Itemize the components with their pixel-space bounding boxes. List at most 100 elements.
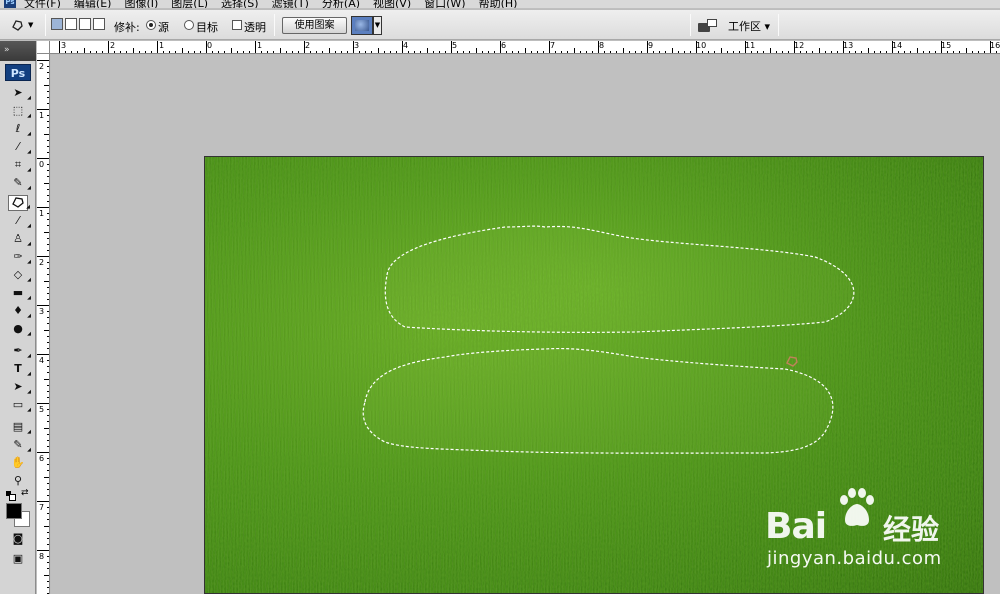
ruler-label: 10	[696, 41, 707, 50]
path-selection-icon[interactable]: ➤ ◢	[8, 379, 31, 395]
magic-wand-icon[interactable]: ⁄ ◢	[8, 139, 31, 155]
new-selection-button[interactable]	[51, 18, 63, 30]
ruler-label: 7	[550, 41, 556, 50]
ruler-label: 2	[39, 62, 45, 71]
transparent-label: 透明	[244, 21, 266, 34]
ruler-label: 11	[745, 41, 756, 50]
use-pattern-button[interactable]: 使用图案	[282, 17, 347, 34]
history-brush-icon[interactable]: ✑ ◢	[8, 249, 31, 265]
ruler-label: 2	[39, 258, 45, 267]
ruler-corner[interactable]	[37, 41, 50, 54]
ruler-label: 0	[39, 160, 45, 169]
foreground-color-swatch[interactable]	[6, 503, 22, 519]
ruler-label: 0	[207, 41, 213, 50]
ruler-label: 3	[61, 41, 67, 50]
tool-preset-picker[interactable]: ▼	[10, 16, 40, 34]
ruler-label: 4	[403, 41, 409, 50]
eyedropper-2-icon[interactable]: ✎ ◢	[8, 437, 31, 453]
menu-select[interactable]: 选择(S)	[221, 0, 259, 8]
pen-icon[interactable]: ✒ ◢	[8, 343, 31, 359]
ruler-label: 1	[257, 41, 263, 50]
ruler-label: 1	[39, 111, 45, 120]
workspace-label: 工作区 ▾	[728, 20, 771, 33]
destination-radio[interactable]	[184, 20, 194, 30]
notes-icon[interactable]: ▤ ◢	[8, 419, 31, 435]
hand-icon[interactable]: ✋	[8, 455, 28, 471]
zoom-icon[interactable]: ⚲	[8, 473, 28, 489]
ruler-label: 3	[39, 307, 45, 316]
ruler-label: 6	[501, 41, 507, 50]
menu-items: 文件(F) 编辑(E) 图像(I) 图层(L) 选择(S) 滤镜(T) 分析(A…	[24, 0, 518, 8]
paw-logo-icon	[840, 488, 874, 526]
menu-window[interactable]: 窗口(W)	[424, 0, 465, 8]
ruler-label: 4	[39, 356, 45, 365]
menu-help[interactable]: 帮助(H)	[479, 0, 518, 8]
marquee-icon[interactable]: ⬚ ◢	[8, 103, 31, 119]
screen-mode-icon[interactable]: ▣	[8, 551, 28, 567]
transparent-checkbox[interactable]	[232, 20, 242, 30]
source-label: 源	[158, 21, 169, 34]
baidu-watermark: Bai 经验 jingyan.baidu.com	[765, 486, 955, 576]
ruler-label: 2	[110, 41, 116, 50]
patch-preset-icon	[12, 20, 23, 31]
ruler-label: 6	[39, 454, 45, 463]
pattern-picker[interactable]	[351, 16, 373, 35]
chevron-down-icon: ▼	[28, 21, 34, 29]
source-radio[interactable]	[146, 20, 156, 30]
toolbox: » Ps ➤ ◢ ⬚ ◢ ℓ ◢ ⁄ ◢ ⌗ ◢ ✎ ◢ ◢ ⁄ ◢ ♙ ◢ ✑ ◢ ◇ ◢ ▬ ◢ …	[0, 41, 36, 594]
toolbox-grip[interactable]: »	[0, 41, 36, 61]
separator	[778, 14, 779, 36]
crop-icon[interactable]: ⌗ ◢	[8, 157, 31, 173]
app-icon: Ps	[4, 0, 16, 8]
ruler-label: 14	[892, 41, 903, 50]
ruler-label: 5	[452, 41, 458, 50]
options-bar: ▼ 修补: 源 目标 透明 使用图案 ▼ 工作区 ▾	[0, 10, 1000, 40]
ruler-ticks	[59, 41, 997, 53]
rectangle-icon[interactable]: ▭ ◢	[8, 397, 31, 413]
destination-label: 目标	[196, 21, 218, 34]
menu-filter[interactable]: 滤镜(T)	[272, 0, 309, 8]
gradient-icon[interactable]: ▬ ◢	[8, 285, 31, 301]
menu-file[interactable]: 文件(F)	[24, 0, 61, 8]
eyedropper-icon[interactable]: ✎ ◢	[8, 175, 31, 191]
menu-image[interactable]: 图像(I)	[124, 0, 158, 8]
ruler-label: 16	[990, 41, 1000, 50]
add-selection-button[interactable]	[65, 18, 77, 30]
watermark-url: jingyan.baidu.com	[767, 548, 942, 569]
pattern-dropdown-icon[interactable]: ▼	[373, 16, 382, 35]
menu-analysis[interactable]: 分析(A)	[322, 0, 360, 8]
eraser-icon[interactable]: ◇ ◢	[8, 267, 31, 283]
selection-mode-buttons	[51, 18, 105, 30]
menu-edit[interactable]: 编辑(E)	[74, 0, 112, 8]
clone-stamp-icon[interactable]: ♙ ◢	[8, 231, 31, 247]
menu-layer[interactable]: 图层(L)	[171, 0, 208, 8]
ruler-label: 3	[354, 41, 360, 50]
subtract-selection-button[interactable]	[79, 18, 91, 30]
type-icon[interactable]: T ◢	[8, 361, 31, 377]
horizontal-ruler[interactable]: 3 2 1 0 1 2 3 4 5 6 7 8 9 10 11 12 13 14…	[37, 41, 1000, 54]
blur-icon[interactable]: ♦ ◢	[8, 303, 31, 319]
brush-icon[interactable]: ⁄ ◢	[8, 213, 31, 229]
vertical-ruler[interactable]: 2 1 0 1 2 3 4 5 6 7 8	[37, 54, 50, 594]
move-icon[interactable]: ➤ ◢	[8, 85, 31, 101]
ruler-label: 8	[599, 41, 605, 50]
ruler-label: 15	[941, 41, 952, 50]
ruler-label: 8	[39, 552, 45, 561]
swap-colors-icon[interactable]: ⇄	[21, 488, 29, 498]
menu-bar: Ps 文件(F) 编辑(E) 图像(I) 图层(L) 选择(S) 滤镜(T) 分…	[0, 0, 1000, 9]
workspace-icon	[698, 19, 717, 33]
workspace-menu[interactable]: 工作区 ▾	[698, 16, 770, 36]
patch-label: 修补:	[114, 21, 140, 34]
quick-mask-icon[interactable]: ◙	[8, 531, 28, 547]
menu-view[interactable]: 视图(V)	[373, 0, 411, 8]
separator	[690, 14, 691, 36]
intersect-selection-button[interactable]	[93, 18, 105, 30]
dodge-icon[interactable]: ● ◢	[8, 321, 31, 337]
ruler-label: 9	[648, 41, 654, 50]
ruler-ticks	[37, 60, 49, 594]
lasso-icon[interactable]: ℓ ◢	[8, 121, 31, 137]
patch-tool-icon[interactable]: ◢	[8, 195, 30, 211]
default-colors-icon[interactable]	[6, 491, 16, 501]
ps-logo: Ps	[5, 64, 31, 81]
ruler-label: 5	[39, 405, 45, 414]
